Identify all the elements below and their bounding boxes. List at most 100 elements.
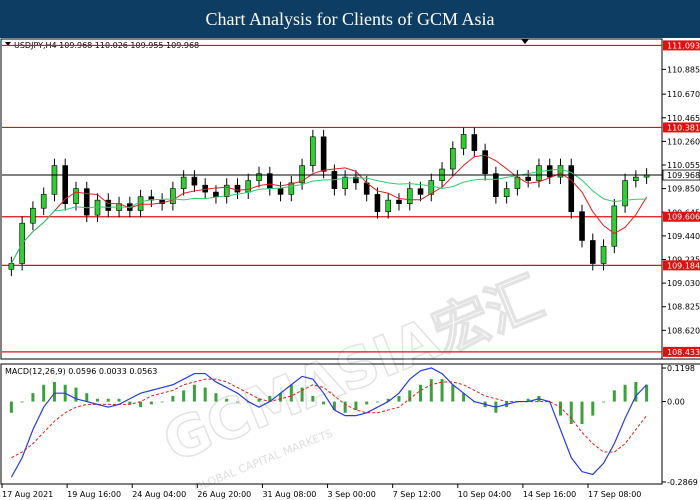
macd-histogram-bar: [192, 384, 196, 402]
macd-info: MACD(12,26,9) 0.0596 0.0033 0.0563: [5, 367, 157, 376]
bull-candle: [8, 263, 15, 270]
price-tick-label: 110.055: [667, 161, 700, 170]
bull-candle: [460, 134, 467, 149]
bear-candle: [191, 176, 198, 186]
bull-candle: [633, 176, 639, 181]
macd-histogram-bar: [42, 384, 46, 402]
macd-histogram-bar: [354, 401, 358, 410]
macd-histogram-bar: [558, 401, 562, 416]
macd-histogram-bar: [203, 387, 207, 402]
chart-title: Chart Analysis for Clients of GCM Asia: [205, 8, 495, 29]
time-tick-label: 26 Aug 20:00: [197, 490, 251, 499]
level-label: 109.606: [667, 213, 700, 222]
macd-histogram-bar: [429, 379, 433, 402]
level-label: 108.433: [667, 348, 700, 357]
bull-candle: [622, 180, 628, 207]
macd-histogram-bar: [96, 398, 100, 402]
price-tick-label: 108.620: [667, 326, 700, 335]
bull-candle: [611, 205, 618, 247]
bull-candle: [600, 245, 607, 264]
price-tick-label: 109.030: [667, 279, 700, 288]
bull-candle: [180, 176, 187, 189]
time-tick-label: 14 Sep 16:00: [523, 490, 576, 499]
price-tick-label: 110.885: [667, 65, 700, 74]
macd-histogram-bar: [20, 401, 24, 403]
macd-histogram-bar: [117, 398, 121, 402]
macd-histogram-bar: [645, 384, 649, 402]
bear-candle: [83, 188, 90, 216]
macd-histogram-bar: [31, 393, 35, 402]
time-tick-label: 17 Sep 08:00: [588, 490, 641, 499]
bear-candle: [482, 150, 488, 174]
bear-candle: [589, 240, 596, 264]
macd-histogram-bar: [419, 384, 423, 402]
bull-candle: [406, 188, 413, 204]
bear-candle: [525, 176, 531, 181]
bull-candle: [245, 180, 252, 193]
macd-histogram-bar: [602, 401, 606, 403]
bear-candle: [396, 199, 402, 204]
chart-header: Chart Analysis for Clients of GCM Asia: [0, 0, 700, 38]
macd-histogram-bar: [139, 401, 143, 408]
macd-histogram-bar: [171, 395, 175, 402]
bull-candle: [94, 199, 101, 216]
bear-candle: [234, 184, 241, 193]
bull-candle: [137, 196, 144, 211]
macd-tick-label: -0.2869: [667, 478, 698, 487]
macd-histogram-bar: [9, 401, 13, 413]
bear-candle: [277, 188, 284, 195]
macd-histogram-bar: [322, 401, 326, 405]
bear-candle: [213, 191, 219, 197]
time-tick-label: 31 Aug 08:00: [262, 490, 316, 499]
bear-candle: [266, 173, 273, 189]
macd-tick-label: 0.1198: [667, 364, 695, 373]
current-price-label: 109.968: [667, 171, 700, 180]
bull-candle: [40, 194, 47, 209]
macd-histogram-bar: [408, 390, 412, 402]
price-tick-label: 108.825: [667, 303, 700, 312]
bull-candle: [450, 148, 456, 170]
bull-candle: [385, 199, 392, 212]
bull-candle: [51, 165, 58, 195]
macd-histogram-bar: [623, 384, 627, 402]
price-tick-label: 109.440: [667, 232, 700, 241]
macd-histogram-bar: [612, 390, 616, 402]
bull-candle: [170, 188, 176, 204]
price-tick-label: 110.260: [667, 137, 700, 146]
time-tick-label: 24 Aug 04:00: [132, 490, 186, 499]
macd-histogram-bar: [569, 401, 573, 425]
macd-histogram-bar: [52, 381, 56, 402]
bear-candle: [471, 134, 478, 151]
bear-candle: [579, 211, 585, 241]
macd-histogram-bar: [182, 390, 186, 402]
bull-candle: [503, 188, 510, 197]
price-tick-label: 110.670: [667, 90, 700, 99]
macd-histogram-bar: [591, 401, 595, 416]
bull-candle: [536, 165, 542, 181]
time-tick-label: 3 Sep 00:00: [328, 490, 376, 499]
macd-histogram-bar: [311, 395, 315, 402]
bear-candle: [320, 136, 327, 172]
macd-tick-label: 0.00: [667, 398, 685, 407]
macd-histogram-bar: [85, 393, 89, 402]
level-label: 109.184: [667, 261, 700, 270]
bear-candle: [374, 194, 381, 212]
level-label: 111.093: [667, 41, 700, 50]
macd-histogram-bar: [365, 401, 369, 405]
macd-histogram-bar: [289, 384, 293, 402]
time-tick-label: 17 Aug 2021: [2, 490, 53, 499]
macd-histogram-bar: [580, 401, 584, 425]
price-tick-label: 109.850: [667, 185, 700, 194]
macd-histogram-bar: [214, 393, 218, 402]
level-label: 110.381: [667, 123, 700, 132]
price-tick-label: 110.465: [667, 114, 700, 123]
macd-histogram-bar: [343, 401, 347, 413]
bear-candle: [493, 173, 499, 197]
time-tick-label: 7 Sep 12:00: [393, 490, 441, 499]
bull-candle: [310, 136, 316, 166]
macd-histogram-bar: [106, 398, 110, 402]
bull-candle: [30, 207, 36, 224]
price-chart[interactable]: GCMASIA宏汇 GLOBAL CAPITAL MARKETS USDJPY,…: [0, 38, 700, 500]
time-tick-label: 19 Aug 16:00: [67, 490, 121, 499]
macd-histogram-bar: [160, 401, 164, 403]
